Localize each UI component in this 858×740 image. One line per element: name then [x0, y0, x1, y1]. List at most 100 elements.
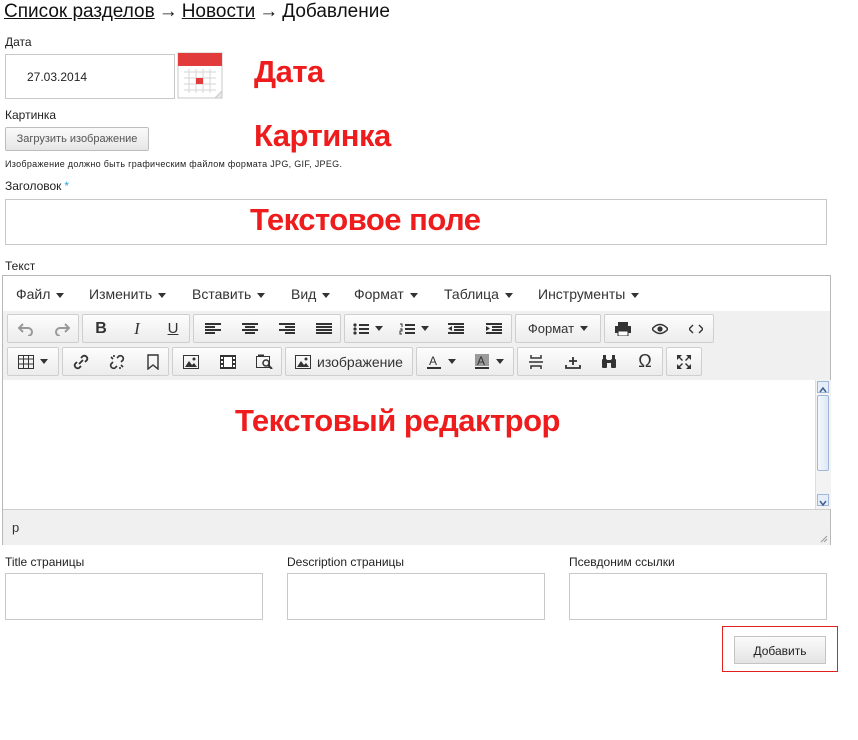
image-search-icon [255, 354, 273, 369]
chevron-down-icon [409, 292, 418, 298]
menu-insert[interactable]: Вставить [192, 286, 266, 302]
chevron-down-icon [448, 359, 456, 364]
image-icon [295, 354, 312, 369]
code-icon [689, 324, 703, 333]
insert-nonbreaking-button[interactable] [554, 348, 591, 375]
menu-table-label: Таблица [444, 286, 499, 302]
insert-image-button[interactable] [173, 348, 209, 375]
print-button[interactable] [605, 315, 641, 342]
binoculars-icon [602, 354, 616, 368]
editor-scrollbar[interactable] [815, 380, 831, 509]
link-alias-input[interactable] [569, 573, 827, 620]
chevron-up-icon [819, 386, 827, 393]
page-title-input[interactable] [5, 573, 263, 620]
date-label: Дата [5, 35, 32, 49]
bold-button[interactable]: B [83, 315, 119, 342]
color-group: A A [416, 347, 514, 376]
align-justify-icon [315, 322, 332, 334]
page-description-input[interactable] [287, 573, 545, 620]
page-description-label: Description страницы [287, 555, 405, 569]
upload-image-button[interactable]: Загрузить изображение [5, 127, 149, 151]
align-justify-button[interactable] [305, 315, 342, 342]
background-color-button[interactable]: A [465, 348, 513, 375]
menu-view[interactable]: Вид [291, 286, 331, 302]
anchor-button[interactable] [135, 348, 170, 375]
misc-group [604, 314, 714, 343]
scroll-down-button[interactable] [817, 494, 829, 507]
history-group [7, 314, 79, 343]
undo-button[interactable] [8, 315, 43, 342]
calendar-icon[interactable] [177, 52, 223, 99]
chevron-down-icon [40, 359, 48, 364]
preview-button[interactable] [641, 315, 678, 342]
menu-view-label: Вид [291, 286, 317, 302]
image-search-button[interactable] [246, 348, 282, 375]
insert-table-button[interactable] [8, 348, 58, 375]
insert-video-button[interactable] [209, 348, 246, 375]
align-center-icon [241, 322, 258, 334]
italic-button[interactable]: I [119, 315, 155, 342]
align-right-button[interactable] [268, 315, 305, 342]
editor-toolbar-row-1: B I U Формат [3, 311, 830, 345]
film-icon [219, 354, 236, 369]
list-indent-group [344, 314, 512, 343]
resize-handle-icon[interactable] [820, 535, 828, 543]
editor-menubar: Файл Изменить Вставить Вид Формат Таблиц… [3, 276, 830, 312]
bookmark-icon [146, 353, 159, 370]
link-group [62, 347, 169, 376]
source-code-button[interactable] [678, 315, 714, 342]
breadcrumb-news-link[interactable]: Новости [182, 1, 256, 22]
outdent-button[interactable] [437, 315, 475, 342]
align-center-button[interactable] [231, 315, 268, 342]
text-color-button[interactable]: A [417, 348, 465, 375]
menu-tools-label: Инструменты [538, 286, 626, 302]
indent-button[interactable] [475, 315, 513, 342]
image-text-label: изображение [317, 353, 403, 370]
unlink-icon [109, 354, 125, 369]
unlink-button[interactable] [99, 348, 135, 375]
chevron-down-icon [504, 292, 513, 298]
element-path[interactable]: p [12, 520, 19, 535]
date-input[interactable]: 27.03.2014 [5, 54, 175, 99]
fullscreen-button[interactable] [667, 348, 701, 375]
format-dropdown[interactable]: Формат [515, 314, 601, 343]
format-dropdown-text: Формат [527, 321, 575, 336]
add-button[interactable]: Добавить [734, 636, 826, 664]
scroll-up-button[interactable] [817, 381, 829, 393]
editor-content-area[interactable] [3, 380, 815, 509]
find-replace-button[interactable] [591, 348, 627, 375]
menu-table[interactable]: Таблица [444, 286, 513, 302]
menu-edit-label: Изменить [89, 286, 153, 302]
insert-link-button[interactable] [63, 348, 99, 375]
background-color-icon: A [475, 353, 489, 369]
image-annotation: Картинка [254, 118, 391, 153]
menu-file[interactable]: Файл [16, 286, 65, 302]
align-left-button[interactable] [194, 315, 231, 342]
page-title-label: Title страницы [5, 555, 85, 569]
breadcrumb: Список разделов → Новости → Добавление [4, 1, 390, 23]
link-alias-label: Псевдоним ссылки [569, 555, 675, 569]
special-char-button[interactable]: Ω [627, 348, 663, 375]
chevron-down-icon [375, 326, 383, 331]
text-color-icon: A [427, 354, 441, 369]
required-mark: * [64, 179, 70, 193]
page-break-button[interactable] [518, 348, 554, 375]
menu-tools[interactable]: Инструменты [538, 286, 640, 302]
image-text-button[interactable]: изображение [285, 347, 413, 376]
redo-button[interactable] [44, 315, 79, 342]
numbered-list-button[interactable] [391, 315, 437, 342]
alignment-group [193, 314, 341, 343]
menu-format[interactable]: Формат [354, 286, 418, 302]
fullscreen-group [666, 347, 702, 376]
link-icon [73, 354, 89, 369]
bullet-list-button[interactable] [345, 315, 391, 342]
eye-icon [651, 323, 668, 334]
insert-group: Ω [517, 347, 663, 376]
menu-edit[interactable]: Изменить [89, 286, 167, 302]
chevron-down-icon [56, 292, 65, 298]
breadcrumb-sections-link[interactable]: Список разделов [4, 1, 155, 22]
heading-annotation: Текстовое поле [250, 202, 481, 237]
scroll-thumb[interactable] [817, 395, 829, 471]
underline-button[interactable]: U [155, 315, 191, 342]
undo-icon [17, 322, 33, 336]
